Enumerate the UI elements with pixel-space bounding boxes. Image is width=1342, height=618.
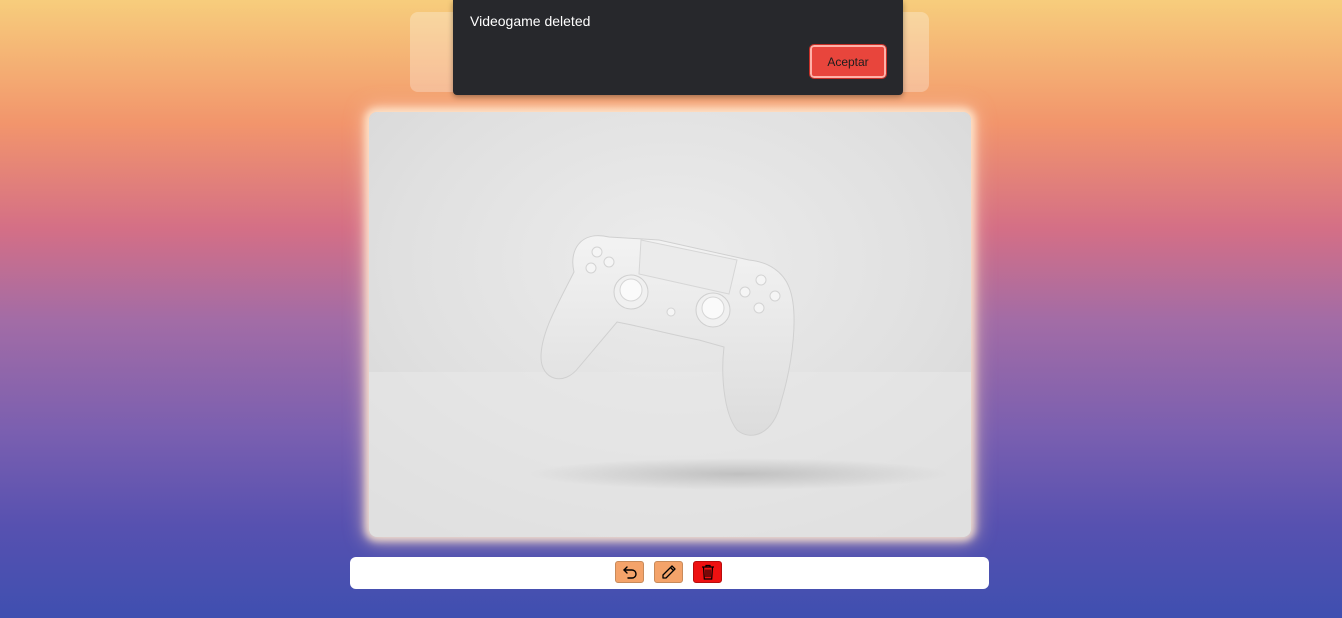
pencil-icon <box>661 564 677 580</box>
delete-button[interactable] <box>693 561 722 583</box>
edit-button[interactable] <box>654 561 683 583</box>
undo-arrow-icon <box>622 565 638 579</box>
dialog-message: Videogame deleted <box>470 13 591 29</box>
action-toolbar <box>350 557 989 589</box>
back-button[interactable] <box>615 561 644 583</box>
trash-icon <box>701 564 715 580</box>
videogame-image <box>369 112 971 537</box>
delete-confirmation-dialog: Videogame deleted Aceptar <box>453 0 903 95</box>
accept-button[interactable]: Aceptar <box>809 44 887 79</box>
